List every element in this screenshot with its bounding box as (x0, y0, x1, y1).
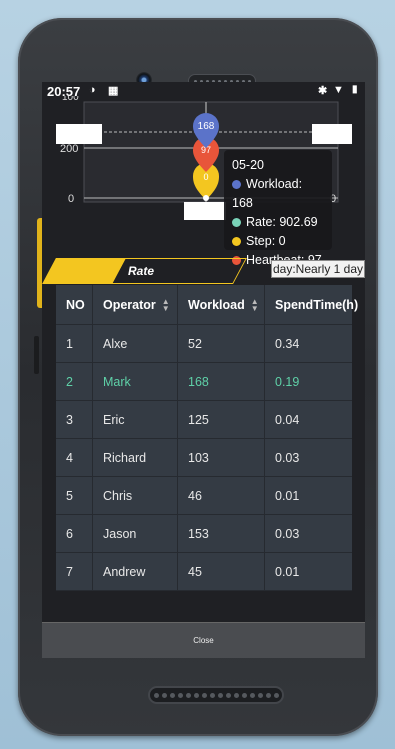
legend-box-bottom (184, 202, 226, 220)
table-row[interactable]: 6 Jason 153 0.03 (56, 515, 352, 553)
chart-tooltip: 05-20 Workload: 168 Rate: 902.69 Step: 0… (224, 150, 332, 267)
table-cell: 103 (178, 439, 265, 476)
table-cell: 52 (178, 325, 265, 362)
table-cell: Alxe (93, 325, 178, 362)
day-filter-dropdown[interactable]: day:Nearly 1 day (271, 260, 365, 278)
point-marker (203, 195, 209, 201)
sort-icon: ▲ ▼ (161, 296, 170, 313)
table-header: NO Operator ▲ ▼ Workload ▲ ▼ SpendTime(h) (56, 285, 359, 325)
point-label-workload: 168 (198, 121, 215, 132)
tab-rate-label: Rate (128, 264, 155, 278)
table-cell: 0.03 (275, 526, 300, 541)
ytick-200: 200 (60, 143, 78, 155)
bottom-speaker (148, 686, 284, 704)
table-cell: Chris (93, 477, 178, 514)
table-row[interactable]: 3 Eric 125 0.04 (56, 401, 352, 439)
tooltip-row-workload: Workload: 168 (232, 177, 303, 210)
table-cell: 5 (56, 477, 93, 514)
table-cell: 2 (56, 363, 93, 400)
ytick-0: 0 (68, 193, 74, 205)
table-cell: 0.03 (275, 450, 300, 465)
table-row[interactable]: 5 Chris 46 0.01 (56, 477, 352, 515)
table-cell: 4 (56, 439, 93, 476)
side-button (34, 336, 39, 374)
header-no: NO (56, 285, 93, 324)
close-button[interactable]: Close (42, 622, 365, 658)
table-cell: 46 (178, 477, 265, 514)
tooltip-row-step: Step: 0 (232, 232, 324, 251)
sort-icon: ▲ ▼ (250, 296, 259, 313)
table-row[interactable]: 7 Andrew 45 0.01 (56, 553, 352, 591)
table-cell: Mark (93, 363, 178, 400)
ytick-top: 100 (62, 96, 79, 103)
table-row[interactable]: 1 Alxe 52 0.34 (56, 325, 352, 363)
table-cell: 45 (178, 553, 265, 590)
battery-icon: ▮ (352, 84, 358, 95)
table-cell: Jason (93, 515, 178, 552)
table-cell: Richard (93, 439, 178, 476)
table-cell: 6 (56, 515, 93, 552)
table-cell: 125 (178, 401, 265, 438)
table-cell: 1 (56, 325, 93, 362)
legend-box-left (56, 124, 102, 144)
sync-icon: ◑ (89, 84, 96, 96)
header-operator[interactable]: Operator ▲ ▼ (93, 285, 178, 324)
table-cell: Eric (93, 401, 178, 438)
legend-box-right (312, 124, 352, 144)
table-cell: 0.01 (275, 488, 300, 503)
table-cell: 0.19 (275, 374, 300, 389)
tooltip-row-rate: Rate: 902.69 (232, 213, 324, 232)
table-cell: 0.34 (275, 336, 300, 351)
table-row[interactable]: 2 Mark 168 0.19 (56, 363, 352, 401)
point-label-step: 0 (203, 172, 208, 182)
table-row[interactable]: 4 Richard 103 0.03 (56, 439, 352, 477)
table-cell: Andrew (93, 553, 178, 590)
tab-strip: Rate day:Nearly 1 day (42, 254, 365, 284)
table-cell: 153 (178, 515, 265, 552)
table-cell: 0.01 (275, 564, 300, 579)
table-cell: 168 (178, 363, 265, 400)
table-cell: 3 (56, 401, 93, 438)
table-cell: 0.04 (275, 412, 300, 427)
operator-table: NO Operator ▲ ▼ Workload ▲ ▼ SpendTime(h) 1A… (56, 285, 359, 591)
header-workload[interactable]: Workload ▲ ▼ (178, 285, 265, 324)
screen: 20:57 ◑ ▦ ✱ ▼ ▮ 100 200 0 0 0 97 168 05-… (42, 82, 365, 658)
background: 20:57 ◑ ▦ ✱ ▼ ▮ 100 200 0 0 0 97 168 05-… (0, 0, 395, 749)
header-spendtime: SpendTime(h) (275, 297, 359, 312)
tooltip-date: 05-20 (232, 158, 264, 172)
table-cell: 7 (56, 553, 93, 590)
wifi-icon: ▼ (333, 84, 344, 96)
